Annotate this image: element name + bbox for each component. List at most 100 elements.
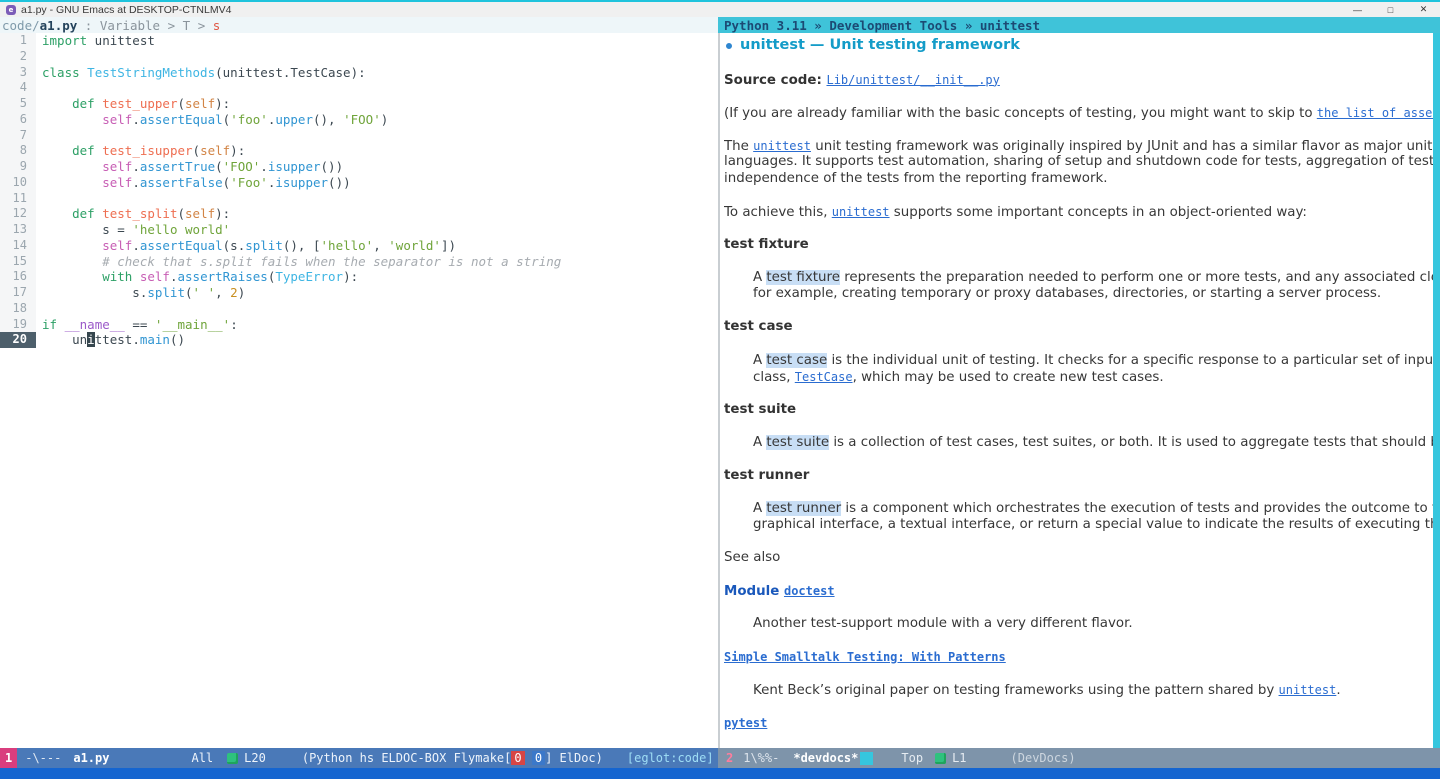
line-number: 17 [0,285,36,301]
code-token: self [102,159,132,174]
code-token: ' ' [193,285,216,300]
modes-text: ] ElDoc) [545,751,603,765]
code-text [36,191,42,207]
code-line: 9 self.assertTrue('FOO'.isupper()) [0,159,718,175]
doc-text: represents the preparation needed to per… [840,270,1440,285]
position-icon [227,753,238,764]
line-number: 11 [0,191,36,207]
code-token: (s. [223,238,246,253]
doc-content: unittest — Unit testing frameworkSource … [724,36,1440,748]
devdocs-window[interactable]: unittest — Unit testing frameworkSource … [720,33,1440,748]
line-number: 18 [0,301,36,317]
code-token: unittest [87,33,155,48]
code-token: TestStringMethods [87,65,215,80]
eglot-indicator[interactable]: [eglot:code] [627,751,714,765]
code-token: assertEqual [140,238,223,253]
code-token: self [185,206,215,221]
buffer-status-flags: 1\%%- [743,751,779,765]
line-number: 4 [0,80,36,96]
doc-line: A test fixture represents the preparatio… [724,270,1440,287]
window-number-badge: 2 [726,751,733,765]
doc-link[interactable]: unittest [753,139,811,153]
breadcrumb-parent[interactable]: T [183,18,191,33]
code-text [36,80,42,96]
line-number: 14 [0,238,36,254]
modes-space [525,751,532,765]
code-line: 3class TestStringMethods(unittest.TestCa… [0,65,718,81]
line-number: 16 [0,269,36,285]
position-icon [935,753,946,764]
doc-link[interactable]: Lib/unittest/__init__.py [826,73,999,87]
doc-link[interactable]: pytest [724,716,767,730]
major-mode[interactable]: (DevDocs) [1011,751,1076,765]
close-button[interactable]: ✕ [1407,2,1440,17]
code-text: import unittest [36,33,155,49]
line-number: 13 [0,222,36,238]
code-text: if __name__ == '__main__': [36,317,238,333]
code-token: self [200,143,230,158]
code-token: 'Foo' [230,175,268,190]
doc-link[interactable]: doctest [784,584,835,598]
doc-text: See also [724,550,780,565]
code-token: # check that s.split fails when the sepa… [42,254,561,269]
code-window[interactable]: 1import unittest23class TestStringMethod… [0,33,718,748]
minor-modes[interactable]: (Python hs ELDOC-BOX Flymake[0 0] ElDoc) [302,751,603,765]
code-token: . [170,269,178,284]
doc-line: test case [724,319,1440,336]
code-token [42,112,102,127]
flymake-warning-count[interactable]: 0 [532,751,545,765]
code-line: 8 def test_isupper(self): [0,143,718,159]
code-token: class [42,65,80,80]
code-line: 12 def test_split(self): [0,206,718,222]
code-token: split [147,285,185,300]
code-line: 17 s.split(' ', 2) [0,285,718,301]
code-token: . [260,159,268,174]
code-text: def test_split(self): [36,206,230,222]
scrollbar[interactable] [1433,33,1440,748]
code-line: 10 self.assertFalse('Foo'.isupper()) [0,175,718,191]
doc-text: (If you are already familiar with the ba… [724,106,1317,121]
echo-area[interactable] [0,768,1440,779]
doc-highlight: test case [766,353,827,368]
emacs-icon: e [6,5,16,15]
breadcrumb-separator: > [160,18,183,33]
flymake-error-count[interactable]: 0 [511,751,524,765]
doc-gap [724,633,1440,650]
code-token: ): [215,96,230,111]
doc-line: A test suite is a collection of test cas… [724,435,1440,452]
code-lines: 1import unittest23class TestStringMethod… [0,33,718,348]
doc-link[interactable]: TestCase [795,370,853,384]
breadcrumb-type[interactable]: Variable [100,18,160,33]
breadcrumb-separator: > [190,18,213,33]
doc-link[interactable]: unittest [832,205,890,219]
code-token: ): [230,143,245,158]
buffer-name[interactable]: a1.py [73,751,109,765]
doc-gap [724,732,1440,749]
line-indicator: L1 [952,751,966,765]
devdocs-breadcrumb-text[interactable]: Python 3.11 » Development Tools » unitte… [724,18,1040,33]
modeline-inactive: 2 1\%%- *devdocs* Top L1 (DevDocs) [718,748,1440,768]
code-token: (), [ [283,238,321,253]
doc-link[interactable]: the list of assert m [1317,106,1440,120]
doc-gap [724,187,1440,204]
breadcrumb-symbol[interactable]: s [213,18,221,33]
maximize-button[interactable]: □ [1374,2,1407,17]
code-token: (), [313,112,343,127]
line-number: 19 [0,317,36,333]
doc-text: languages. It supports test automation, … [724,154,1440,169]
code-token: 'FOO' [223,159,261,174]
code-token: assertRaises [178,269,268,284]
code-line: 14 self.assertEqual(s.split(), ['hello',… [0,238,718,254]
code-line: 4 [0,80,718,96]
code-token: test_split [102,206,177,221]
doc-link[interactable]: Simple Smalltalk Testing: With Patterns [724,650,1006,664]
buffer-name[interactable]: *devdocs* [793,751,858,765]
code-line: 1import unittest [0,33,718,49]
code-token: ()) [328,175,351,190]
doc-link[interactable]: unittest [1279,683,1337,697]
code-token [42,159,102,174]
doc-text: A [753,435,766,450]
code-token: assertFalse [140,175,223,190]
minimize-button[interactable]: — [1341,2,1374,17]
breadcrumb-file[interactable]: a1.py [40,18,78,33]
